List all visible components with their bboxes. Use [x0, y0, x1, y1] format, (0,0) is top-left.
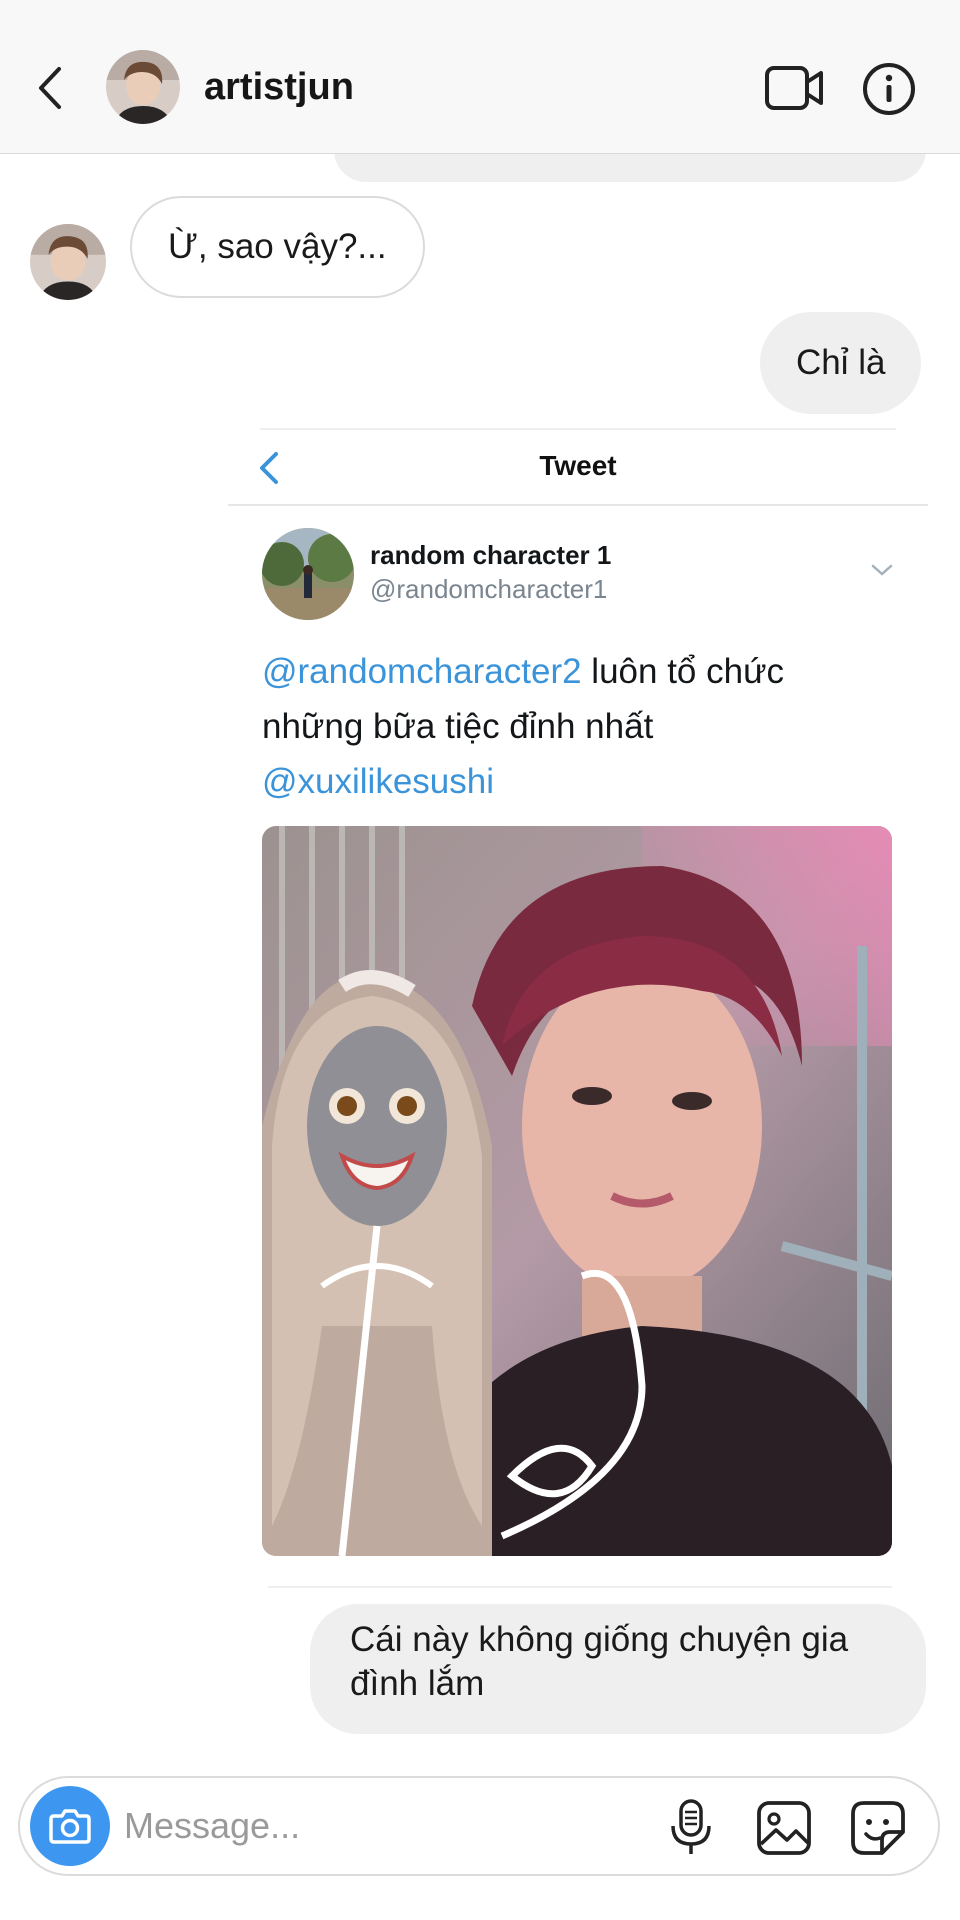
outgoing-message[interactable]: Cái này không giống chuyện gia đình lắm	[310, 1604, 926, 1734]
gallery-icon	[757, 1801, 811, 1855]
sticker-icon	[851, 1801, 905, 1855]
gallery-button[interactable]	[756, 1800, 812, 1856]
message-text: Ừ, sao vậy?...	[168, 227, 387, 266]
contact-username[interactable]: artistjun	[204, 66, 354, 109]
tweet-mention: @randomcharacter2	[262, 652, 582, 691]
tweet-author-avatar	[262, 528, 354, 620]
info-icon	[863, 63, 915, 115]
message-composer	[18, 1776, 940, 1876]
tweet-author-handle: @randomcharacter1	[370, 574, 608, 604]
message-text: Cái này không giống chuyện gia đình lắm	[350, 1620, 849, 1703]
tweet-photo	[262, 826, 892, 1556]
contact-avatar[interactable]	[106, 50, 180, 124]
incoming-message[interactable]: Ừ, sao vậy?...	[130, 196, 425, 298]
outgoing-message[interactable]: Chỉ là	[760, 312, 922, 414]
message-text: Chỉ là	[796, 343, 886, 382]
sender-avatar[interactable]	[30, 224, 106, 300]
back-button[interactable]	[28, 58, 72, 118]
sticker-button[interactable]	[850, 1800, 906, 1856]
info-button[interactable]	[862, 62, 916, 116]
voice-message-button[interactable]	[666, 1798, 716, 1858]
tweet-author-name: random character 1	[370, 540, 612, 570]
shared-tweet-image[interactable]: Tweet random character 1 @randomcharacte…	[228, 428, 928, 1588]
tweet-mention: @xuxilikesushi	[262, 762, 494, 801]
divider	[268, 1586, 892, 1588]
video-call-icon	[765, 66, 823, 110]
chevron-left-icon	[39, 67, 61, 109]
camera-button[interactable]	[30, 1786, 110, 1866]
tweet-body: @randomcharacter2 luôn tổ chức những bữa…	[262, 644, 862, 809]
chat-header: artistjun	[0, 0, 960, 154]
camera-icon	[49, 1809, 91, 1844]
tweet-nav-bar: Tweet	[228, 430, 928, 506]
tweet-nav-title: Tweet	[539, 450, 617, 481]
message-input[interactable]	[124, 1796, 544, 1856]
microphone-icon	[671, 1799, 711, 1854]
seen-indicator	[830, 1748, 890, 1756]
video-call-button[interactable]	[764, 62, 826, 114]
chevron-down-icon	[871, 564, 893, 576]
